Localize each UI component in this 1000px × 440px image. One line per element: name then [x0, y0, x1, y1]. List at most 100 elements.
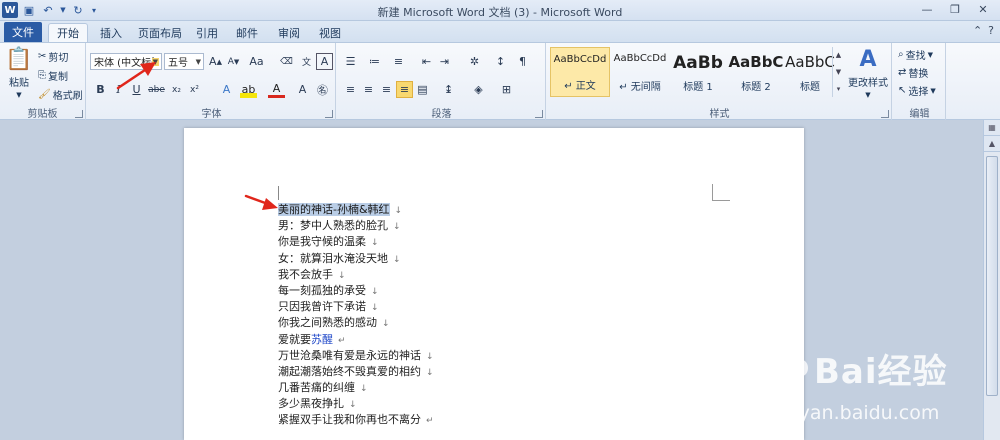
italic-icon[interactable]: I — [110, 81, 127, 98]
strikethrough-icon[interactable]: abe — [148, 81, 165, 98]
doc-line[interactable]: 美丽的神话-孙楠&韩红 ↓ — [278, 202, 434, 218]
font-launcher-icon[interactable] — [325, 110, 333, 118]
doc-line[interactable]: 几番苦痛的纠缠 ↓ — [278, 380, 434, 396]
tab-insert[interactable]: 插入 — [92, 23, 130, 42]
doc-line[interactable]: 万世沧桑唯有爱是永远的神话 ↓ — [278, 348, 434, 364]
increase-indent-icon[interactable]: ⇥ — [436, 53, 453, 70]
paragraph-mark-icon: ↓ — [426, 351, 434, 362]
align-right-icon[interactable]: ≡ — [378, 81, 395, 98]
change-case-icon[interactable]: Aa — [248, 53, 265, 70]
font-name-dropdown[interactable]: 宋体 (中文标题 ▼ — [90, 53, 162, 70]
styles-scroll[interactable]: ▲ ▼ ▾ — [832, 47, 844, 97]
tab-home[interactable]: 开始 — [48, 23, 88, 42]
numbering-icon[interactable]: ≔ — [366, 53, 383, 70]
close-icon[interactable]: ✕ — [970, 1, 996, 18]
font-group-label: 字体 — [201, 109, 222, 120]
doc-line[interactable]: 紧握双手让我和你再也不离分 ↵ — [278, 412, 434, 428]
font-size-dropdown[interactable]: 五号 ▼ — [164, 53, 204, 70]
copy-button[interactable]: ⎘ 复制 — [38, 68, 68, 83]
find-button[interactable]: ⌕ 查找 ▼ — [898, 47, 933, 62]
styles-launcher-icon[interactable] — [881, 110, 889, 118]
more-styles-icon[interactable]: ▾ — [837, 85, 841, 93]
change-styles-button[interactable]: A 更改样式 ▼ — [846, 47, 890, 99]
editing-group-label: 编辑 — [909, 109, 930, 120]
window-title: 新建 Microsoft Word 文档 (3) - Microsoft Wor… — [377, 6, 623, 19]
tab-mailings[interactable]: 邮件 — [228, 23, 266, 42]
cut-button[interactable]: ✂ 剪切 — [38, 49, 68, 64]
minimize-icon[interactable]: — — [914, 1, 940, 18]
doc-line[interactable]: 你我之间熟悉的感动 ↓ — [278, 315, 434, 331]
margin-corner-mark — [712, 184, 730, 201]
style-normal[interactable]: AaBbCcDd ↵ 正文 — [550, 47, 610, 97]
decrease-indent-icon[interactable]: ⇤ — [418, 53, 435, 70]
chevron-down-icon: ▼ — [930, 86, 936, 95]
character-border-icon[interactable]: A — [316, 53, 333, 70]
align-left-icon[interactable]: ≡ — [342, 81, 359, 98]
bold-icon[interactable]: B — [92, 81, 109, 98]
show-marks-icon[interactable]: ¶ — [514, 53, 531, 70]
ribbon-minimize-icon[interactable]: ⌃ — [973, 24, 982, 37]
doc-line[interactable]: 我不会放手 ↓ — [278, 267, 434, 283]
chinese-layout-icon[interactable]: ✲ — [466, 53, 483, 70]
tab-references[interactable]: 引用 — [188, 23, 226, 42]
highlight-color-icon[interactable]: ab — [240, 81, 257, 98]
paragraph-mark-icon: ↓ — [393, 254, 401, 265]
style-title[interactable]: AaBbC 标题 — [780, 47, 840, 97]
text-effects-icon[interactable]: A — [218, 81, 235, 98]
format-painter-button[interactable]: 🖌 格式刷 — [38, 87, 83, 102]
chevron-down-icon[interactable]: ▼ — [836, 68, 841, 76]
paragraph-mark-icon: ↓ — [371, 303, 379, 314]
justify-icon[interactable]: ≡ — [396, 81, 413, 98]
clear-format-icon[interactable]: ⌫ — [278, 53, 295, 70]
paragraph-launcher-icon[interactable] — [535, 110, 543, 118]
shrink-font-icon[interactable]: A ▼ — [225, 53, 242, 70]
clipboard-launcher-icon[interactable] — [75, 110, 83, 118]
replace-button[interactable]: ⇄ 替换 — [898, 65, 928, 80]
scroll-up-icon[interactable]: ▲ — [984, 136, 1000, 152]
select-button[interactable]: ↖ 选择 ▼ — [898, 83, 936, 98]
tab-page-layout[interactable]: 页面布局 — [130, 23, 190, 42]
borders-icon[interactable]: ⊞ — [498, 81, 515, 98]
doc-line[interactable]: 爱就要苏醒 ↵ — [278, 332, 434, 348]
subscript-icon[interactable]: x₂ — [168, 81, 185, 98]
baidu-watermark: Bai经验 jingyan.baidu.com — [752, 324, 992, 434]
scissors-icon: ✂ — [38, 51, 47, 62]
bullets-icon[interactable]: ☰ — [342, 53, 359, 70]
restore-icon[interactable]: ❐ — [942, 1, 968, 18]
enclose-characters-icon[interactable]: ㊔ — [314, 81, 331, 98]
align-center-icon[interactable]: ≡ — [360, 81, 377, 98]
tab-view[interactable]: 视图 — [311, 23, 349, 42]
doc-line[interactable]: 你是我守候的温柔 ↓ — [278, 234, 434, 250]
binoculars-icon: ⌕ — [898, 49, 904, 60]
sort-icon[interactable]: ↕ — [492, 53, 509, 70]
superscript-icon[interactable]: x² — [186, 81, 203, 98]
paragraph-mark-icon: ↓ — [426, 367, 434, 378]
help-icon[interactable]: ? — [988, 24, 994, 37]
document-body[interactable]: 美丽的神话-孙楠&韩红 ↓ 男：梦中人熟悉的脸孔 ↓ 你是我守候的温柔 ↓ 女：就算泪… — [278, 202, 434, 429]
chevron-down-icon: ▼ — [195, 58, 201, 66]
doc-line[interactable]: 每一刻孤独的承受 ↓ — [278, 283, 434, 299]
doc-line[interactable]: 只因我曾许下承诺 ↓ — [278, 299, 434, 315]
phonetic-guide-icon[interactable]: 文 — [298, 53, 315, 70]
distributed-icon[interactable]: ▤ — [414, 81, 431, 98]
tab-file[interactable]: 文件 — [4, 22, 42, 42]
multilevel-list-icon[interactable]: ≡ — [390, 53, 407, 70]
tab-review[interactable]: 审阅 — [270, 23, 308, 42]
ruler-toggle-icon[interactable]: ▦ — [984, 120, 1000, 136]
shading-icon[interactable]: ◈ — [470, 81, 487, 98]
style-no-spacing[interactable]: AaBbCcDd ↵ 无间隔 — [610, 47, 670, 97]
doc-line[interactable]: 潮起潮落始终不毁真爱的相约 ↓ — [278, 364, 434, 380]
grow-font-icon[interactable]: A ▲ — [207, 53, 224, 70]
chevron-up-icon[interactable]: ▲ — [836, 51, 841, 59]
doc-line[interactable]: 女：就算泪水淹没天地 ↓ — [278, 251, 434, 267]
document-page[interactable]: 美丽的神话-孙楠&韩红 ↓ 男：梦中人熟悉的脸孔 ↓ 你是我守候的温柔 ↓ 女：就算泪… — [184, 128, 804, 440]
line-spacing-icon[interactable]: ↨ — [440, 81, 457, 98]
style-heading-1[interactable]: AaBb 标题 1 — [668, 47, 728, 97]
doc-line[interactable]: 男：梦中人熟悉的脸孔 ↓ — [278, 218, 434, 234]
font-color-icon[interactable]: A — [268, 81, 285, 98]
doc-line[interactable]: 多少黑夜挣扎 ↓ — [278, 396, 434, 412]
underline-icon[interactable]: U — [128, 81, 145, 98]
character-shading-icon[interactable]: A — [294, 81, 311, 98]
style-heading-2[interactable]: AaBbC 标题 2 — [726, 47, 786, 97]
paste-button[interactable]: 📋 粘贴 ▼ — [5, 47, 32, 99]
